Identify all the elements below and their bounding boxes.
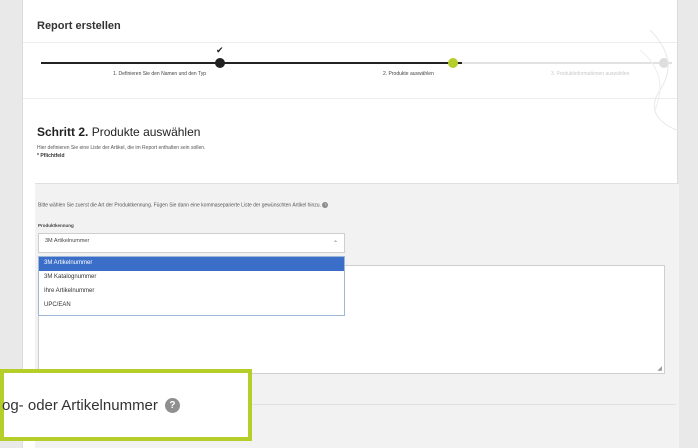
step-1-label[interactable]: 1. Definieren Sie den Namen und den Typ [113,71,206,77]
checkmark-icon: ✔ [216,46,224,56]
title-divider [23,42,677,43]
resize-grip-icon[interactable]: ◢ [657,365,662,372]
help-icon[interactable]: ? [164,397,180,413]
section-description: Hier definieren Sie eine Liste der Artik… [37,145,206,151]
form-instruction-row: Bitte wählen Sie zuerst die Art der Prod… [38,202,329,209]
form-instruction: Bitte wählen Sie zuerst die Art der Prod… [38,202,321,209]
required-note: * Pflichtfeld [37,153,65,159]
stepper-track-completed [41,62,462,64]
section-heading: Schritt 2. Produkte auswählen [37,125,200,139]
lower-divider [250,404,676,405]
dropdown-option[interactable]: 3M Artikelnummer [39,257,344,271]
dropdown-option[interactable]: 3M Katalognummer [39,271,344,285]
product-id-select[interactable]: 3M Artikelnummer ⌃ [38,233,345,253]
product-id-label: Produktkennung [38,223,74,228]
step-3-label: 3. Produktinformationen auswählen [551,71,630,77]
section-heading-text: Produkte auswählen [91,125,201,139]
dropdown-option[interactable]: Ihre Artikelnummer [39,285,344,299]
callout-text: og- oder Artikelnummer [2,396,158,414]
chevron-up-icon: ⌃ [332,240,338,247]
help-icon[interactable]: ? [322,202,329,208]
select-value: 3M Artikelnummer [45,238,90,244]
step-1-dot[interactable] [215,58,225,68]
stepper-track-remaining [462,62,672,64]
dropdown-option[interactable]: UPC/EAN [39,299,344,313]
step-2-label: 2. Produkte auswählen [383,71,434,77]
stepper-divider [23,98,677,99]
product-id-dropdown: 3M Artikelnummer 3M Katalognummer Ihre A… [38,256,345,316]
step-2-dot [448,58,458,68]
step-3-dot [659,58,669,68]
step-prefix: Schritt 2. [37,125,89,139]
zoom-callout: og- oder Artikelnummer ? [0,369,252,441]
page-title: Report erstellen [37,20,121,32]
